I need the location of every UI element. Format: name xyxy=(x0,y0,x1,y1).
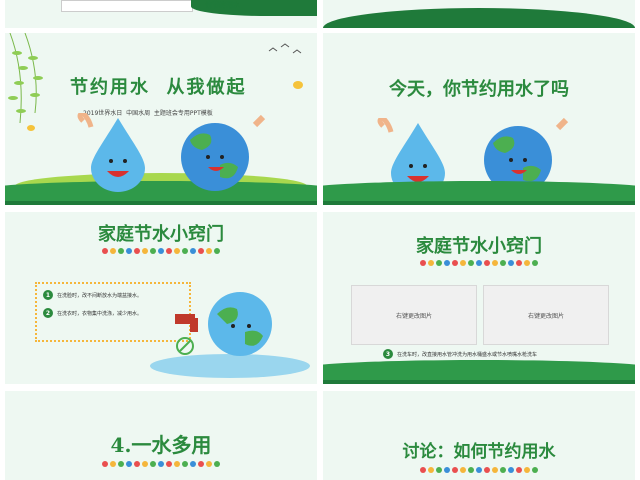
slide-thumb-tips-2[interactable]: 家庭节水小窍门 右键更改图片 右键更改图片 3 在洗车时，改直接用水管冲洗为用水… xyxy=(323,212,635,384)
partial-label: 请节约用水 xyxy=(205,1,240,9)
flower-border xyxy=(5,461,317,469)
slide-title: 讨论：如何节约用水 xyxy=(402,442,556,462)
slide-thumb-partial-right[interactable] xyxy=(323,0,635,28)
slide-thumb-section-4[interactable]: 4.一水多用 xyxy=(5,391,317,480)
ground xyxy=(323,360,635,384)
slide-title: 今天，你节约用水了吗 xyxy=(389,79,569,100)
image-placeholder[interactable]: 右键更改图片 xyxy=(483,285,609,345)
cover-title: 节约用水 从我做起 xyxy=(70,77,247,98)
slide-thumb-tips-1[interactable]: 家庭节水小窍门 1 在洗脸时，改不间断放水为端盆接水。 2 在洗衣时，衣物集中洗… xyxy=(5,212,317,384)
faucet-earth-icon xyxy=(150,292,310,378)
image-placeholder[interactable]: 右键更改图片 xyxy=(351,285,477,345)
willow-icon xyxy=(8,33,43,123)
flower-border xyxy=(5,248,317,256)
flower-border xyxy=(323,467,635,475)
tip-number: 3 xyxy=(383,349,393,359)
butterfly-icon xyxy=(27,125,35,131)
tip-text: 在洗脸时，改不间断放水为端盆接水。 xyxy=(57,292,143,299)
tip-text: 在洗衣时，衣物集中洗涤，减少用水。 xyxy=(57,310,143,317)
partial-box xyxy=(61,0,193,12)
butterfly-icon xyxy=(293,81,303,89)
slide-thumb-partial-left[interactable]: 请节约用水 xyxy=(5,0,317,28)
ground xyxy=(323,181,635,205)
earth-character-icon xyxy=(181,115,266,191)
tip-item: 3 在洗车时，改直接用水管冲洗为用水桶盛水或节水喷嘴水枪洗车 xyxy=(383,349,537,359)
tip-number: 2 xyxy=(43,308,53,318)
slide-title: 家庭节水小窍门 xyxy=(416,236,542,257)
slide-thumb-question[interactable]: 今天，你节约用水了吗 xyxy=(323,33,635,205)
slide-title: 家庭节水小窍门 xyxy=(98,224,224,245)
birds-icon xyxy=(268,43,302,54)
water-drop-character-icon xyxy=(77,113,145,192)
partial-ground xyxy=(323,8,635,28)
slide-thumb-cover[interactable]: 节约用水 从我做起 2019世界水日 中国水周 主题班会专用PPT模板 xyxy=(5,33,317,205)
tip-text: 在洗车时，改直接用水管冲洗为用水桶盛水或节水喷嘴水枪洗车 xyxy=(397,351,538,358)
slide-title: 4.一水多用 xyxy=(110,433,212,457)
flower-border xyxy=(323,260,635,268)
tip-number: 1 xyxy=(43,290,53,300)
slide-thumb-discussion[interactable]: 讨论：如何节约用水 xyxy=(323,391,635,480)
